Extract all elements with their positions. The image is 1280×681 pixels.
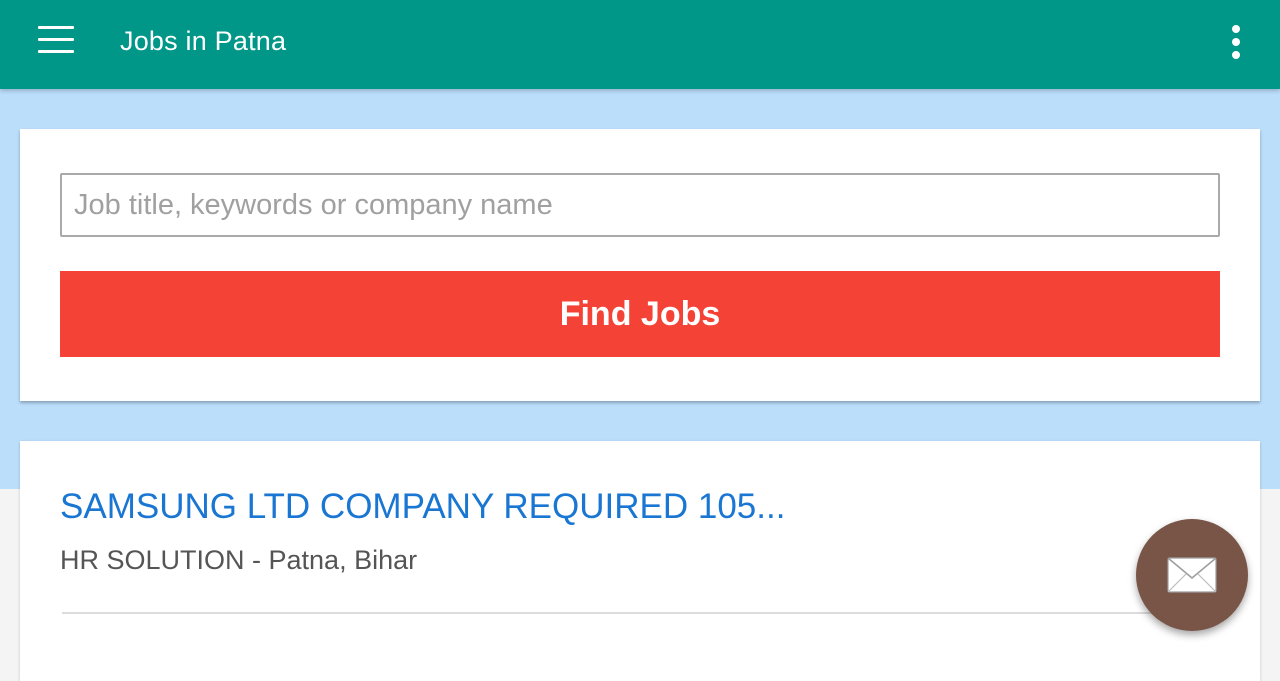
page-title: Jobs in Patna xyxy=(120,26,287,56)
find-jobs-button[interactable]: Find Jobs xyxy=(60,271,1220,357)
menu-bar-line xyxy=(38,26,74,29)
hamburger-menu-icon[interactable] xyxy=(20,12,92,72)
overflow-dot xyxy=(1232,38,1240,46)
job-company-location: HR SOLUTION - Patna, Bihar xyxy=(60,545,418,575)
email-icon xyxy=(1167,557,1217,593)
search-card: Find Jobs xyxy=(20,129,1260,401)
menu-bar-line xyxy=(38,50,74,53)
menu-bar-line xyxy=(38,38,74,41)
overflow-dot xyxy=(1232,25,1240,33)
job-title-link[interactable]: SAMSUNG LTD COMPANY REQUIRED 105... xyxy=(60,487,785,527)
overflow-dot xyxy=(1232,51,1240,59)
divider xyxy=(62,612,1218,614)
search-input[interactable] xyxy=(60,173,1220,237)
email-fab-button[interactable] xyxy=(1136,519,1248,631)
results-card: SAMSUNG LTD COMPANY REQUIRED 105... HR S… xyxy=(20,441,1260,681)
list-item[interactable]: SAMSUNG LTD COMPANY REQUIRED 105... HR S… xyxy=(60,441,1220,614)
app-bar: Jobs in Patna xyxy=(0,0,1280,89)
more-vert-icon[interactable] xyxy=(1212,18,1260,66)
